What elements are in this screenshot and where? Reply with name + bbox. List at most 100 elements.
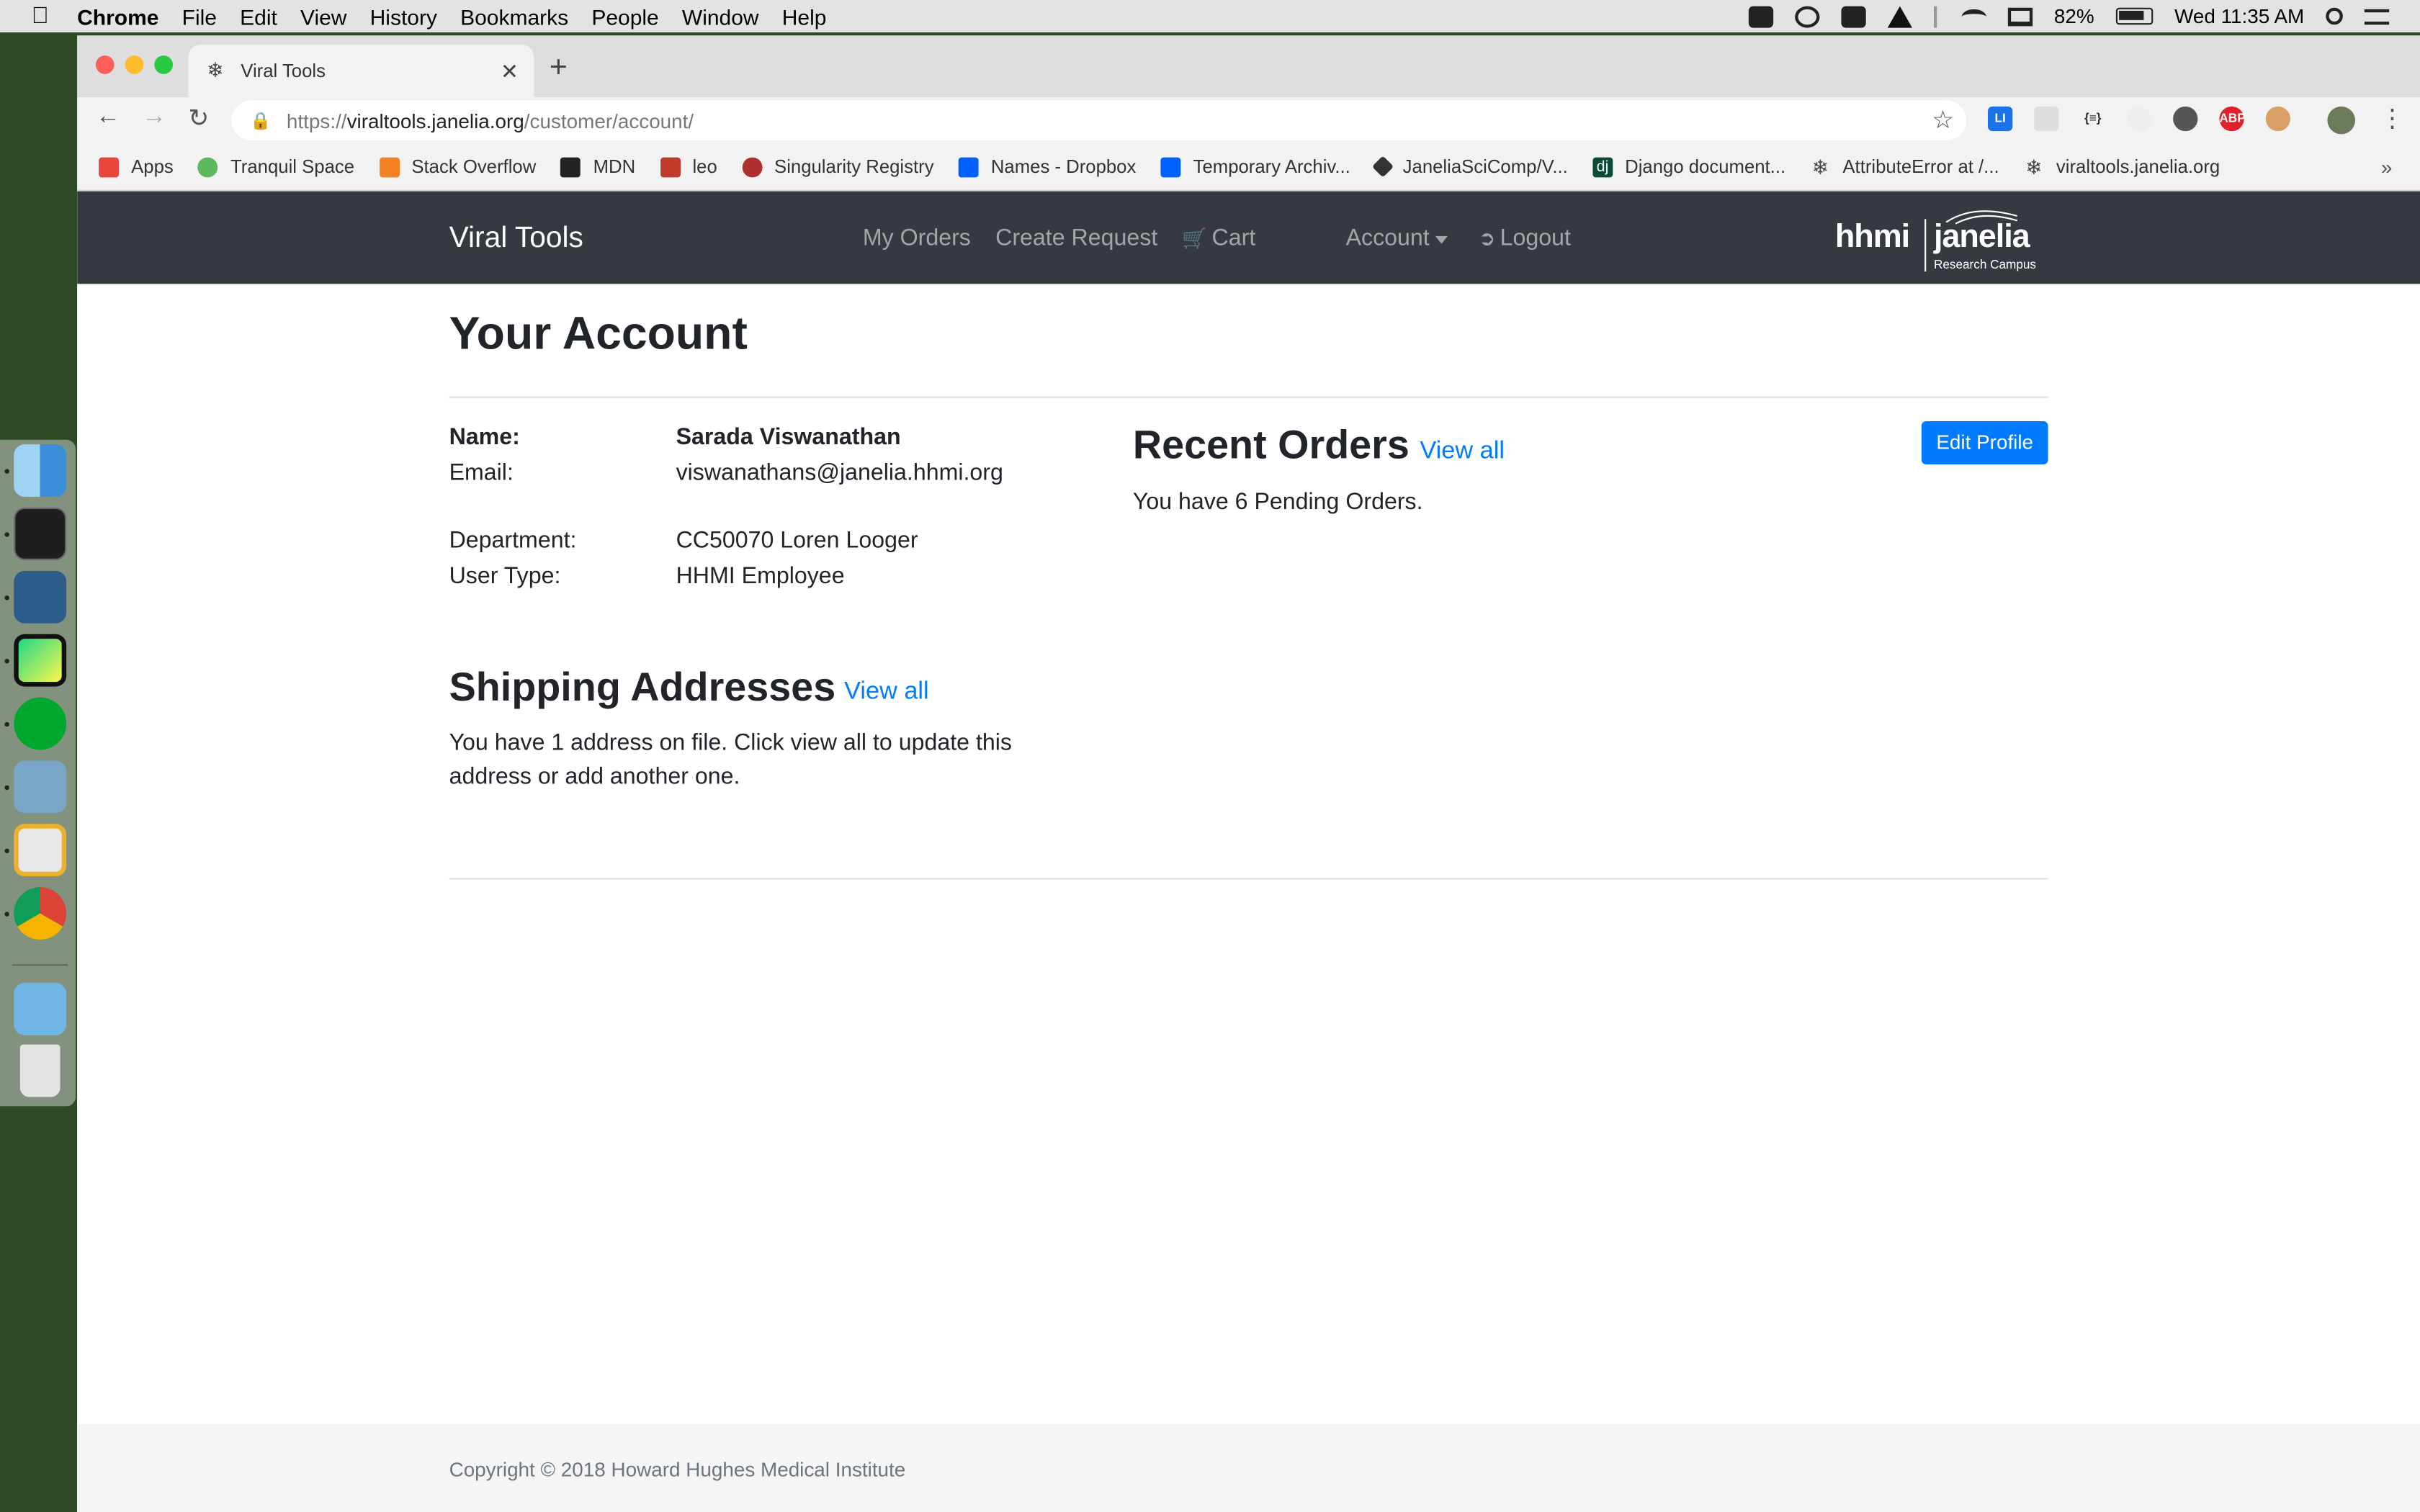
bookmark-apps[interactable]: Apps — [99, 156, 174, 177]
bookmark-label: MDN — [593, 156, 636, 178]
extension-icon[interactable] — [2034, 106, 2059, 132]
lastpass-extension-icon[interactable]: LI — [1988, 106, 2013, 132]
email-value: viswanathans@janelia.hhmi.org — [676, 459, 1003, 486]
bookmark-temporary-archive[interactable]: Temporary Archiv... — [1160, 156, 1350, 177]
recent-orders-heading: Recent Orders — [1132, 421, 1410, 468]
new-tab-icon[interactable]: + — [550, 51, 568, 86]
extension-circle-icon[interactable] — [2173, 106, 2198, 132]
sign-out-icon: ➲ — [1478, 227, 1496, 251]
nav-account-dropdown[interactable]: Account — [1346, 225, 1448, 251]
box-status-icon[interactable] — [1794, 5, 1820, 27]
tab-close-icon[interactable]: ✕ — [501, 58, 519, 84]
menu-people[interactable]: People — [591, 4, 658, 28]
browser-window: ❄ Viral Tools ✕ + ← → ↻ 🔒 https:// viral… — [77, 35, 2420, 1512]
bookmark-attributeerror[interactable]: ❄ AttributeError at /... — [1810, 156, 1999, 177]
zoom-window-icon[interactable] — [154, 55, 173, 74]
menu-bookmarks[interactable]: Bookmarks — [460, 4, 568, 28]
url-scheme: https:// — [286, 109, 347, 132]
spotlight-search-icon[interactable] — [2326, 7, 2343, 25]
bookmark-label: leo — [692, 156, 717, 178]
airplay-icon[interactable] — [2007, 6, 2033, 26]
bookmark-names-dropbox[interactable]: Names - Dropbox — [958, 156, 1136, 177]
drive-icon[interactable] — [1887, 5, 1912, 27]
bookmark-leo[interactable]: leo — [660, 156, 717, 177]
bookmark-tranquil-space[interactable]: Tranquil Space — [198, 156, 354, 177]
bookmark-label: viraltools.janelia.org — [2056, 156, 2220, 178]
site-brand[interactable]: Viral Tools — [449, 222, 583, 256]
menu-edit[interactable]: Edit — [240, 4, 277, 28]
menu-help[interactable]: Help — [782, 4, 827, 28]
adblock-plus-icon[interactable]: ABP — [2219, 106, 2246, 132]
running-indicator — [4, 595, 9, 600]
bookmarks-overflow-icon[interactable]: » — [2381, 155, 2393, 178]
bluetooth-icon[interactable] — [1933, 5, 1940, 27]
close-window-icon[interactable] — [95, 55, 115, 74]
evernote-icon[interactable] — [14, 697, 67, 750]
json-extension-icon[interactable]: {≡} — [2080, 106, 2105, 132]
site-footer: Copyright © 2018 Howard Hughes Medical I… — [77, 1423, 2420, 1512]
cookie-extension-icon[interactable] — [2265, 106, 2290, 132]
nav-create-request[interactable]: Create Request — [995, 225, 1157, 251]
notification-center-icon[interactable] — [2364, 8, 2390, 24]
chevron-down-icon — [1435, 235, 1448, 243]
mysql-workbench-icon[interactable] — [14, 570, 67, 624]
lock-icon[interactable]: 🔒 — [250, 110, 271, 130]
apps-grid-icon — [99, 156, 119, 177]
bookmark-mdn[interactable]: MDN — [560, 156, 636, 178]
shipping-addresses-heading: Shipping Addresses — [449, 663, 836, 710]
menu-app-chrome[interactable]: Chrome — [77, 4, 158, 28]
nav-my-orders[interactable]: My Orders — [863, 225, 971, 251]
bookmark-label: Tranquil Space — [230, 156, 355, 178]
back-arrow-icon[interactable]: ← — [96, 104, 120, 132]
running-indicator — [4, 469, 9, 474]
menu-history[interactable]: History — [370, 4, 437, 28]
finder-icon[interactable] — [14, 444, 67, 497]
nav-cart[interactable]: 🛒 Cart — [1182, 225, 1255, 251]
user-type-label: User Type: — [449, 563, 561, 590]
docker-icon[interactable] — [1841, 5, 1866, 27]
minimize-window-icon[interactable] — [125, 55, 144, 74]
menu-window[interactable]: Window — [682, 4, 759, 28]
nav-logout[interactable]: ➲ Logout — [1479, 225, 1571, 251]
forward-arrow-icon[interactable]: → — [142, 104, 166, 132]
trash-icon[interactable] — [19, 1044, 60, 1097]
leaf-icon — [198, 156, 218, 177]
reload-icon[interactable]: ↻ — [188, 104, 209, 135]
clock[interactable]: Wed 11:35 AM — [2174, 4, 2304, 27]
chrome-menu-icon[interactable]: ⋮ — [2380, 104, 2404, 135]
menu-file[interactable]: File — [182, 4, 217, 28]
tab-viral-tools[interactable]: ❄ Viral Tools ✕ — [188, 45, 534, 98]
bookmarks-bar: Apps Tranquil Space Stack Overflow MDN l… — [77, 143, 2420, 192]
bookmark-django-docs[interactable]: dj Django document... — [1592, 156, 1785, 177]
copyright-text: Copyright © 2018 Howard Hughes Medical I… — [449, 1457, 906, 1482]
bookmark-viraltools[interactable]: ❄ viraltools.janelia.org — [2024, 156, 2220, 177]
bookmark-stack-overflow[interactable]: Stack Overflow — [379, 156, 536, 177]
hhmi-janelia-logo[interactable]: hhmi janelia Research Campus — [1835, 207, 2051, 272]
recent-orders-view-all-link[interactable]: View all — [1420, 438, 1505, 467]
snowflake-icon: ❄ — [1811, 155, 1829, 179]
slack-icon[interactable] — [14, 824, 67, 877]
bookmark-label: Django document... — [1625, 156, 1786, 178]
mail-icon[interactable] — [14, 760, 67, 814]
bookmark-singularity-registry[interactable]: Singularity Registry — [742, 156, 934, 177]
macos-dock — [0, 439, 76, 1107]
bookmark-star-icon[interactable]: ☆ — [1932, 105, 1954, 136]
terminal-icon[interactable] — [14, 508, 67, 560]
shipping-address-text: You have 1 address on file. Click view a… — [449, 729, 1013, 791]
wifi-icon[interactable] — [1961, 8, 1986, 24]
timer-extension-icon[interactable] — [2126, 106, 2152, 132]
apple-menu-icon[interactable]:  — [28, 3, 53, 28]
battery-icon[interactable] — [2115, 7, 2154, 25]
singularity-icon — [742, 156, 762, 177]
edit-profile-button[interactable]: Edit Profile — [1921, 421, 2048, 464]
downloads-folder-icon[interactable] — [14, 983, 67, 1035]
menu-view[interactable]: View — [300, 4, 346, 28]
profile-avatar[interactable] — [2327, 106, 2355, 135]
sync-status-icon[interactable] — [1748, 5, 1773, 27]
address-bar[interactable]: 🔒 https:// viraltools.janelia.org /custo… — [231, 100, 1967, 140]
pycharm-icon[interactable] — [14, 634, 67, 687]
cart-icon: 🛒 — [1182, 227, 1208, 251]
chrome-icon[interactable] — [14, 887, 67, 940]
shipping-view-all-link[interactable]: View all — [844, 679, 929, 707]
bookmark-janeliascicomp[interactable]: JaneliaSciComp/V... — [1371, 156, 1568, 178]
